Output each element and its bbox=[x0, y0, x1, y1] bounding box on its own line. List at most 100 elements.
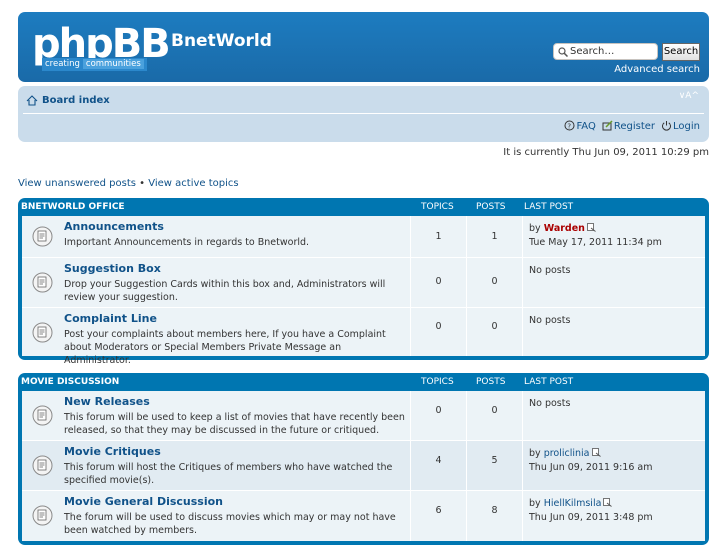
category-title[interactable]: BnetWorld Office bbox=[21, 202, 125, 212]
forum-row: Suggestion Box Drop your Suggestion Card… bbox=[22, 258, 705, 308]
last-post-info: by HiellKilmsila Thu Jun 09, 2011 3:48 p… bbox=[529, 498, 653, 523]
font-size-toggle[interactable]: ∨A^ bbox=[679, 91, 699, 101]
site-title: BnetWorld bbox=[171, 31, 272, 51]
posts-column-header: Posts bbox=[476, 202, 506, 212]
current-datetime: It is currently Thu Jun 09, 2011 10:29 p… bbox=[503, 147, 709, 158]
forum-read-icon bbox=[32, 405, 53, 426]
view-latest-post-icon[interactable] bbox=[603, 498, 613, 507]
logo-tagline: creating communities bbox=[42, 58, 147, 71]
posts-column-header: Posts bbox=[476, 377, 506, 387]
posts-cell: 0 bbox=[466, 258, 522, 307]
topics-count: 1 bbox=[435, 231, 442, 242]
forum-row: Movie Critiques This forum will host the… bbox=[22, 441, 705, 491]
topics-count: 0 bbox=[435, 321, 442, 332]
forum-title-link[interactable]: New Releases bbox=[64, 395, 150, 408]
posts-cell: 8 bbox=[466, 491, 522, 541]
view-latest-post-icon[interactable] bbox=[587, 223, 596, 232]
posts-count: 5 bbox=[491, 455, 498, 466]
header-bar: phpBB creating communities BnetWorld Sear… bbox=[18, 12, 709, 82]
topics-cell: 6 bbox=[410, 491, 466, 541]
topics-cell: 4 bbox=[410, 441, 466, 490]
forum-title-link[interactable]: Suggestion Box bbox=[64, 262, 161, 275]
posts-cell: 0 bbox=[466, 391, 522, 440]
nav-divider bbox=[23, 113, 704, 114]
topics-cell: 0 bbox=[410, 258, 466, 307]
last-post-cell: No posts bbox=[522, 308, 705, 356]
forum-title-link[interactable]: Movie Critiques bbox=[64, 445, 161, 458]
nav-links: ? FAQ Register Login bbox=[564, 120, 700, 132]
last-post-time: Tue May 17, 2011 11:34 pm bbox=[529, 237, 662, 248]
posts-count: 0 bbox=[491, 405, 498, 416]
power-icon bbox=[662, 121, 671, 131]
posts-count: 0 bbox=[491, 321, 498, 332]
forum-read-icon bbox=[32, 226, 53, 247]
no-posts-label: No posts bbox=[529, 315, 571, 326]
last-post-time: Thu Jun 09, 2011 3:48 pm bbox=[529, 512, 653, 523]
no-posts-label: No posts bbox=[529, 265, 571, 276]
forum-description: Post your complaints about members here,… bbox=[64, 329, 386, 366]
forum-title-link[interactable]: Announcements bbox=[64, 220, 164, 233]
category-header: BnetWorld Office Topics Posts Last post bbox=[21, 198, 705, 216]
register-link[interactable]: Register bbox=[602, 120, 655, 132]
posts-count: 1 bbox=[491, 231, 498, 242]
site-logo[interactable]: phpBB creating communities bbox=[32, 21, 171, 72]
last-post-cell: by Warden Tue May 17, 2011 11:34 pm bbox=[522, 216, 705, 257]
topics-cell: 0 bbox=[410, 391, 466, 440]
category-bnetworld-office: BnetWorld Office Topics Posts Last post … bbox=[18, 198, 709, 366]
home-icon bbox=[26, 95, 38, 106]
last-post-time: Thu Jun 09, 2011 9:16 am bbox=[529, 462, 653, 473]
topics-column-header: Topics bbox=[421, 377, 454, 387]
category-title[interactable]: Movie Discussion bbox=[21, 377, 119, 387]
last-post-info: by proliclinia Thu Jun 09, 2011 9:16 am bbox=[529, 448, 653, 473]
last-post-author-link[interactable]: HiellKilmsila bbox=[544, 498, 602, 509]
topics-count: 6 bbox=[435, 505, 442, 516]
svg-text:?: ? bbox=[568, 122, 572, 130]
topics-column-header: Topics bbox=[421, 202, 454, 212]
search-placeholder: Search… bbox=[570, 46, 615, 57]
forum-row: Movie General Discussion The forum will … bbox=[22, 491, 705, 541]
forum-description: This forum will be used to keep a list o… bbox=[64, 412, 405, 436]
last-post-column-header: Last post bbox=[524, 202, 574, 212]
no-posts-label: No posts bbox=[529, 398, 571, 409]
unanswered-posts-link[interactable]: View unanswered posts bbox=[18, 178, 136, 189]
board-index-link[interactable]: Board index bbox=[42, 95, 110, 106]
last-post-cell: No posts bbox=[522, 391, 705, 440]
forum-read-icon bbox=[32, 322, 53, 343]
forum-title-link[interactable]: Movie General Discussion bbox=[64, 495, 223, 508]
forum-read-icon bbox=[32, 455, 53, 476]
search-icon bbox=[558, 47, 568, 57]
topics-count: 0 bbox=[435, 276, 442, 287]
forum-row: Announcements Important Announcements in… bbox=[22, 216, 705, 258]
search-button[interactable]: Search bbox=[662, 43, 700, 61]
last-post-info: by Warden Tue May 17, 2011 11:34 pm bbox=[529, 223, 662, 248]
posts-cell: 5 bbox=[466, 441, 522, 490]
register-icon bbox=[602, 120, 613, 131]
advanced-search-link[interactable]: Advanced search bbox=[614, 64, 700, 75]
posts-cell: 0 bbox=[466, 308, 522, 356]
forum-description: Drop your Suggestion Cards within this b… bbox=[64, 279, 386, 303]
search-input[interactable]: Search… bbox=[553, 43, 658, 60]
posts-count: 8 bbox=[491, 505, 498, 516]
active-topics-link[interactable]: View active topics bbox=[148, 178, 238, 189]
navbar: Board index ∨A^ ? FAQ Register Login bbox=[18, 86, 709, 142]
forum-row: Complaint Line Post your complaints abou… bbox=[22, 308, 705, 366]
forum-read-icon bbox=[32, 272, 53, 293]
forum-description: This forum will host the Critiques of me… bbox=[64, 462, 393, 486]
login-link[interactable]: Login bbox=[661, 120, 700, 132]
topics-count: 0 bbox=[435, 405, 442, 416]
faq-link[interactable]: ? FAQ bbox=[564, 120, 596, 132]
last-post-author-link[interactable]: Warden bbox=[544, 223, 585, 234]
topics-cell: 1 bbox=[410, 216, 466, 257]
faq-icon: ? bbox=[564, 120, 575, 131]
forum-title-link[interactable]: Complaint Line bbox=[64, 312, 157, 325]
posts-count: 0 bbox=[491, 276, 498, 287]
forum-read-icon bbox=[32, 505, 53, 526]
last-post-column-header: Last post bbox=[524, 377, 574, 387]
last-post-author-link[interactable]: proliclinia bbox=[544, 448, 590, 459]
topics-count: 4 bbox=[435, 455, 442, 466]
last-post-cell: by HiellKilmsila Thu Jun 09, 2011 3:48 p… bbox=[522, 491, 705, 541]
forum-description: Important Announcements in regards to Bn… bbox=[64, 237, 310, 248]
last-post-cell: No posts bbox=[522, 258, 705, 307]
view-latest-post-icon[interactable] bbox=[591, 448, 601, 457]
forum-description: The forum will be used to discuss movies… bbox=[64, 512, 396, 536]
